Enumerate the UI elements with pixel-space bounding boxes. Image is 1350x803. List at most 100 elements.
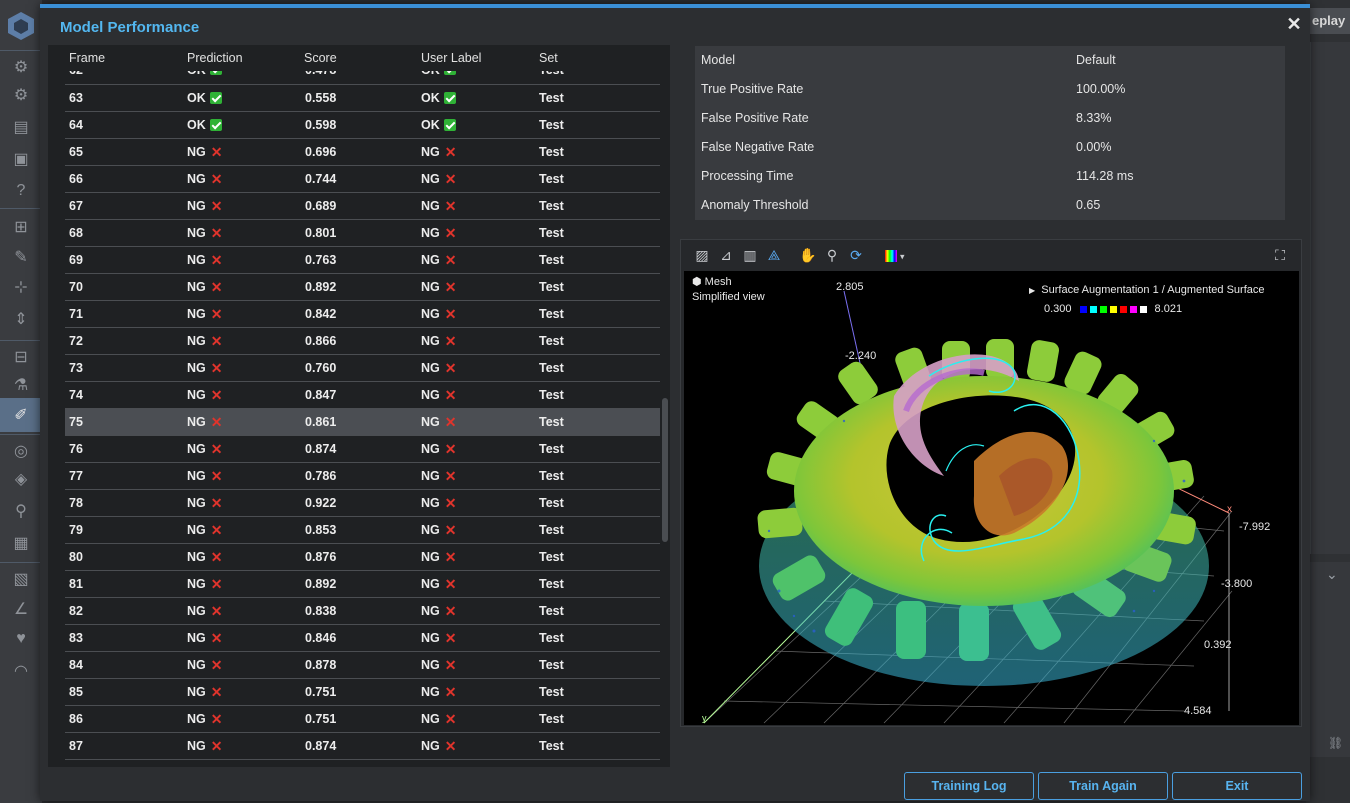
- table-row[interactable]: 63 OK 0.558 OK Test: [65, 85, 670, 112]
- table-row[interactable]: 87 NG ✕ 0.874 NG ✕ Test: [65, 733, 670, 760]
- fullscreen-icon[interactable]: ⛶: [1271, 246, 1289, 264]
- axis-label-x: x: [1227, 504, 1232, 515]
- mesh-icon[interactable]: ⟁: [765, 246, 783, 264]
- table-row[interactable]: 78 NG ✕ 0.922 NG ✕ Test: [65, 490, 670, 517]
- pan-hand-icon[interactable]: ✋: [799, 246, 817, 264]
- training-log-button[interactable]: Training Log: [904, 772, 1034, 800]
- table-row[interactable]: 86 NG ✕ 0.751 NG ✕ Test: [65, 706, 670, 733]
- network-icon[interactable]: ⊞: [10, 216, 32, 238]
- table-row[interactable]: 69 NG ✕ 0.763 NG ✕ Test: [65, 247, 670, 274]
- angle-icon[interactable]: ∠: [10, 598, 32, 620]
- table-row[interactable]: 76 NG ✕ 0.874 NG ✕ Test: [65, 436, 670, 463]
- cell-score: 0.874: [305, 442, 337, 456]
- table-row[interactable]: 71 NG ✕ 0.842 NG ✕ Test: [65, 301, 670, 328]
- metric-name: False Positive Rate: [701, 111, 809, 125]
- table-row[interactable]: 85 NG ✕ 0.751 NG ✕ Test: [65, 679, 670, 706]
- header-user-label[interactable]: User Label: [421, 51, 481, 65]
- node-tool-icon[interactable]: ⊹: [10, 276, 32, 298]
- train-again-button[interactable]: Train Again: [1038, 772, 1168, 800]
- clipboard-icon[interactable]: ▧: [10, 568, 32, 590]
- ng-cross-icon: ✕: [210, 225, 223, 241]
- legend-title-row[interactable]: ▶ Surface Augmentation 1 / Augmented Sur…: [1029, 284, 1264, 296]
- rotate-icon[interactable]: ⟳: [847, 246, 865, 264]
- replay-button[interactable]: eplay: [1306, 8, 1350, 34]
- table-row[interactable]: 67 NG ✕ 0.689 NG ✕ Test: [65, 193, 670, 220]
- table-row[interactable]: 70 NG ✕ 0.892 NG ✕ Test: [65, 274, 670, 301]
- cell-frame: 81: [69, 577, 83, 591]
- table-row[interactable]: 74 NG ✕ 0.847 NG ✕ Test: [65, 382, 670, 409]
- flask-icon[interactable]: ⚗: [10, 374, 32, 396]
- brush-icon[interactable]: ✐: [10, 404, 32, 426]
- cell-frame: 68: [69, 226, 83, 240]
- ng-cross-icon: ✕: [444, 711, 457, 727]
- header-prediction[interactable]: Prediction: [187, 51, 243, 65]
- ng-cross-icon: ✕: [444, 684, 457, 700]
- table-row[interactable]: 64 OK 0.598 OK Test: [65, 112, 670, 139]
- table-row[interactable]: 72 NG ✕ 0.866 NG ✕ Test: [65, 328, 670, 355]
- scrollbar-thumb[interactable]: [662, 398, 668, 542]
- globe-icon[interactable]: ◎: [10, 440, 32, 462]
- header-score[interactable]: Score: [304, 51, 337, 65]
- colormap-icon[interactable]: ▾: [881, 246, 909, 264]
- legend-min: 0.300: [1044, 303, 1072, 315]
- axis-label-r4: 4.584: [1184, 705, 1212, 717]
- settings-group-icon[interactable]: ⚙: [10, 56, 32, 78]
- header-frame[interactable]: Frame: [69, 51, 105, 65]
- close-icon[interactable]: ✕: [1284, 14, 1304, 34]
- metric-name: Model: [701, 53, 736, 67]
- probe-icon[interactable]: ⚲: [10, 500, 32, 522]
- header-set[interactable]: Set: [539, 51, 558, 65]
- cell-score: 0.696: [305, 145, 337, 159]
- measure-icon[interactable]: ⊟: [10, 346, 32, 368]
- cell-user-label: NG ✕: [421, 684, 457, 700]
- align-icon[interactable]: ⇕: [10, 308, 32, 330]
- exit-button[interactable]: Exit: [1172, 772, 1302, 800]
- cell-prediction: OK: [187, 85, 222, 111]
- zoom-icon[interactable]: ⚲: [823, 246, 841, 264]
- table-row[interactable]: 80 NG ✕ 0.876 NG ✕ Test: [65, 544, 670, 571]
- heart-pulse-icon[interactable]: ♥: [10, 628, 32, 650]
- help-icon[interactable]: ?: [10, 180, 32, 202]
- table-row[interactable]: 66 NG ✕ 0.744 NG ✕ Test: [65, 166, 670, 193]
- table-row[interactable]: 73 NG ✕ 0.760 NG ✕ Test: [65, 355, 670, 382]
- cell-set: Test: [539, 469, 564, 483]
- cell-set: Test: [539, 307, 564, 321]
- edit-tool-icon[interactable]: ✎: [10, 246, 32, 268]
- table-row[interactable]: 84 NG ✕ 0.878 NG ✕ Test: [65, 652, 670, 679]
- mesh-canvas[interactable]: ⬢ Mesh Simplified view ▶ Surface Augment…: [684, 271, 1299, 725]
- ng-cross-icon: ✕: [444, 279, 457, 295]
- metric-row: True Positive Rate 100.00%: [695, 75, 1285, 104]
- link-icon[interactable]: ⛓: [1328, 736, 1343, 750]
- metric-value: 114.28 ms: [1076, 169, 1134, 183]
- table-row[interactable]: 79 NG ✕ 0.853 NG ✕ Test: [65, 517, 670, 544]
- ng-cross-icon: ✕: [444, 549, 457, 565]
- legend-swatch: [1119, 305, 1127, 313]
- document-icon[interactable]: ▤: [10, 116, 32, 138]
- table-row[interactable]: 68 NG ✕ 0.801 NG ✕ Test: [65, 220, 670, 247]
- ng-cross-icon: ✕: [210, 414, 223, 430]
- calendar-icon[interactable]: ▦: [10, 532, 32, 554]
- cell-prediction: NG ✕: [187, 738, 223, 754]
- image-icon[interactable]: ▨: [693, 246, 711, 264]
- gear-icon[interactable]: ⚙: [10, 84, 32, 106]
- cell-set: Test: [539, 442, 564, 456]
- gauge-icon[interactable]: ◠: [10, 660, 32, 682]
- table-row[interactable]: 83 NG ✕ 0.846 NG ✕ Test: [65, 625, 670, 652]
- table-row[interactable]: 81 NG ✕ 0.892 NG ✕ Test: [65, 571, 670, 598]
- table-row[interactable]: 65 NG ✕ 0.696 NG ✕ Test: [65, 139, 670, 166]
- table-row[interactable]: 77 NG ✕ 0.786 NG ✕ Test: [65, 463, 670, 490]
- toolbox-icon[interactable]: ▣: [10, 148, 32, 170]
- table-row[interactable]: 75 NG ✕ 0.861 NG ✕ Test: [65, 409, 670, 436]
- cell-prediction: NG ✕: [187, 279, 223, 295]
- cube-icon[interactable]: ◈: [10, 468, 32, 490]
- cell-frame: 80: [69, 550, 83, 564]
- axis-label-r3: 0.392: [1204, 639, 1232, 651]
- table-row[interactable]: 82 NG ✕ 0.838 NG ✕ Test: [65, 598, 670, 625]
- profile-icon[interactable]: ⊿: [717, 246, 735, 264]
- chevron-down-icon[interactable]: ⌄: [1326, 566, 1338, 583]
- intensity-icon[interactable]: ▥: [741, 246, 759, 264]
- cell-set: Test: [539, 253, 564, 267]
- viewer-toolbar: ▨ ⊿ ▥ ⟁ ✋ ⚲ ⟳ ▾ ⛶: [681, 240, 1301, 270]
- cell-user-label: NG ✕: [421, 360, 457, 376]
- cell-score: 0.598: [305, 118, 337, 132]
